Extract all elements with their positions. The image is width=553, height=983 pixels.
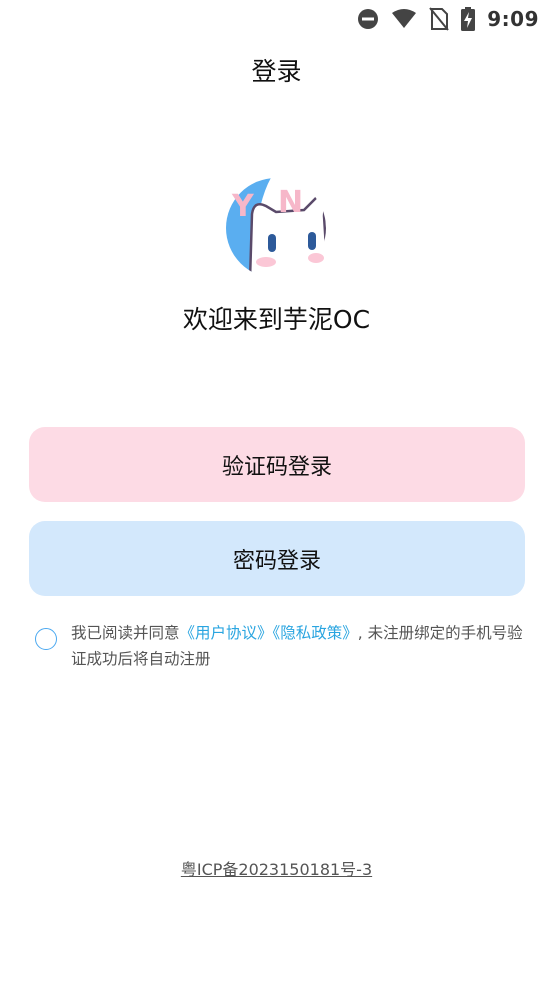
- yn-cat-logo-icon: Y N: [224, 176, 328, 280]
- status-bar: 9:09: [0, 0, 553, 38]
- do-not-disturb-icon: [357, 8, 379, 30]
- welcome-text: 欢迎来到芋泥OC: [182, 305, 371, 334]
- page-title: 登录: [251, 57, 302, 86]
- svg-text:N: N: [278, 185, 303, 220]
- battery-charging-icon: [461, 7, 476, 31]
- password-login-button[interactable]: 密码登录: [29, 521, 525, 596]
- sms-login-button[interactable]: 验证码登录: [29, 427, 525, 502]
- status-time: 9:09: [487, 7, 539, 31]
- icp-link[interactable]: 粤ICP备2023150181号-3: [0, 856, 553, 880]
- agreement-row: 我已阅读并同意《用户协议》《隐私政策》, 未注册绑定的手机号验证成功后将自动注册: [35, 620, 525, 672]
- privacy-policy-link[interactable]: 《隐私政策》: [273, 624, 358, 642]
- sms-login-label: 验证码登录: [221, 454, 332, 480]
- svg-text:Y: Y: [231, 189, 255, 224]
- user-agreement-link[interactable]: 《用户协议》: [180, 624, 273, 642]
- agreement-checkbox[interactable]: [35, 628, 57, 650]
- wifi-icon: [391, 9, 417, 29]
- agreement-text: 我已阅读并同意《用户协议》《隐私政策》, 未注册绑定的手机号验证成功后将自动注册: [71, 620, 525, 672]
- agreement-prefix: 我已阅读并同意: [71, 624, 180, 642]
- no-sim-icon: [429, 7, 450, 31]
- login-screen: 9:09 登录 Y N 欢迎来到芋泥OC 验证码登录 密码登录 我已阅读并同意《…: [0, 0, 553, 983]
- password-login-label: 密码登录: [232, 548, 321, 574]
